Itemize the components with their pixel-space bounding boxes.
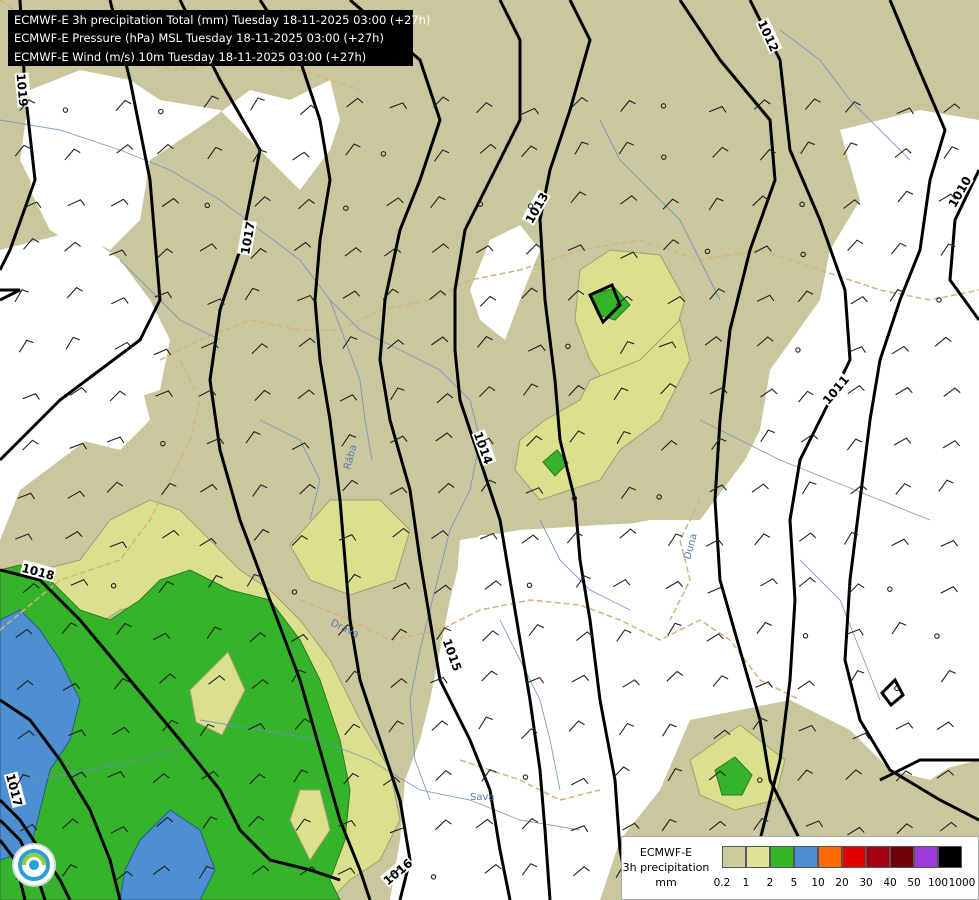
precip-legend: ECMWF-E 3h precipitation mm 0.2 1 2 5 10 20 30… bbox=[621, 836, 979, 900]
title-wind: ECMWF-E Wind (m/s) 10m Tuesday 18-11-202… bbox=[14, 49, 367, 64]
legend-tick-label: 5 bbox=[790, 877, 798, 889]
legend-swatch bbox=[770, 846, 794, 868]
legend-tick-label: 2 bbox=[766, 877, 774, 889]
ecmwf-logo-icon bbox=[12, 843, 56, 887]
legend-swatch bbox=[722, 846, 746, 868]
river-label: Sava bbox=[470, 792, 495, 803]
isobar-label: 1019 bbox=[14, 73, 31, 107]
legend-tick-label: 0.2 bbox=[713, 877, 731, 889]
legend-swatch bbox=[746, 846, 770, 868]
legend-unit: mm bbox=[655, 876, 677, 889]
legend-ticks: 0.2 1 2 5 10 20 30 40 50 100 1000 bbox=[710, 877, 979, 891]
legend-title-line1: ECMWF-E bbox=[639, 846, 693, 859]
title-precip: ECMWF-E 3h precipitation Total (mm) Tues… bbox=[14, 13, 431, 27]
weather-map: 1019 1017 1018 1017 1016 1015 1014 1013 … bbox=[0, 0, 979, 900]
legend-tick-label: 1000 bbox=[948, 877, 976, 889]
legend-tick-label: 50 bbox=[907, 877, 921, 889]
legend-swatch bbox=[866, 846, 890, 868]
legend-swatches bbox=[722, 846, 962, 868]
legend-tick-label: 30 bbox=[859, 877, 873, 889]
title-pressure: ECMWF-E Pressure (hPa) MSL Tuesday 18-11… bbox=[14, 31, 384, 46]
legend-swatch bbox=[794, 846, 818, 868]
legend-tick-label: 100 bbox=[927, 877, 949, 889]
legend-tick-label: 10 bbox=[811, 877, 825, 889]
legend-swatch bbox=[938, 846, 962, 868]
legend-swatch bbox=[890, 846, 914, 868]
legend-swatch bbox=[842, 846, 866, 868]
legend-swatch bbox=[818, 846, 842, 868]
map-title-box: ECMWF-E 3h precipitation Total (mm) Tues… bbox=[8, 10, 431, 66]
legend-title: ECMWF-E 3h precipitation mm bbox=[622, 845, 710, 890]
legend-tick-label: 40 bbox=[883, 877, 897, 889]
legend-tick-label: 20 bbox=[835, 877, 849, 889]
legend-title-line2: 3h precipitation bbox=[622, 861, 710, 874]
legend-tick-label: 1 bbox=[742, 877, 750, 889]
legend-swatch bbox=[914, 846, 938, 868]
